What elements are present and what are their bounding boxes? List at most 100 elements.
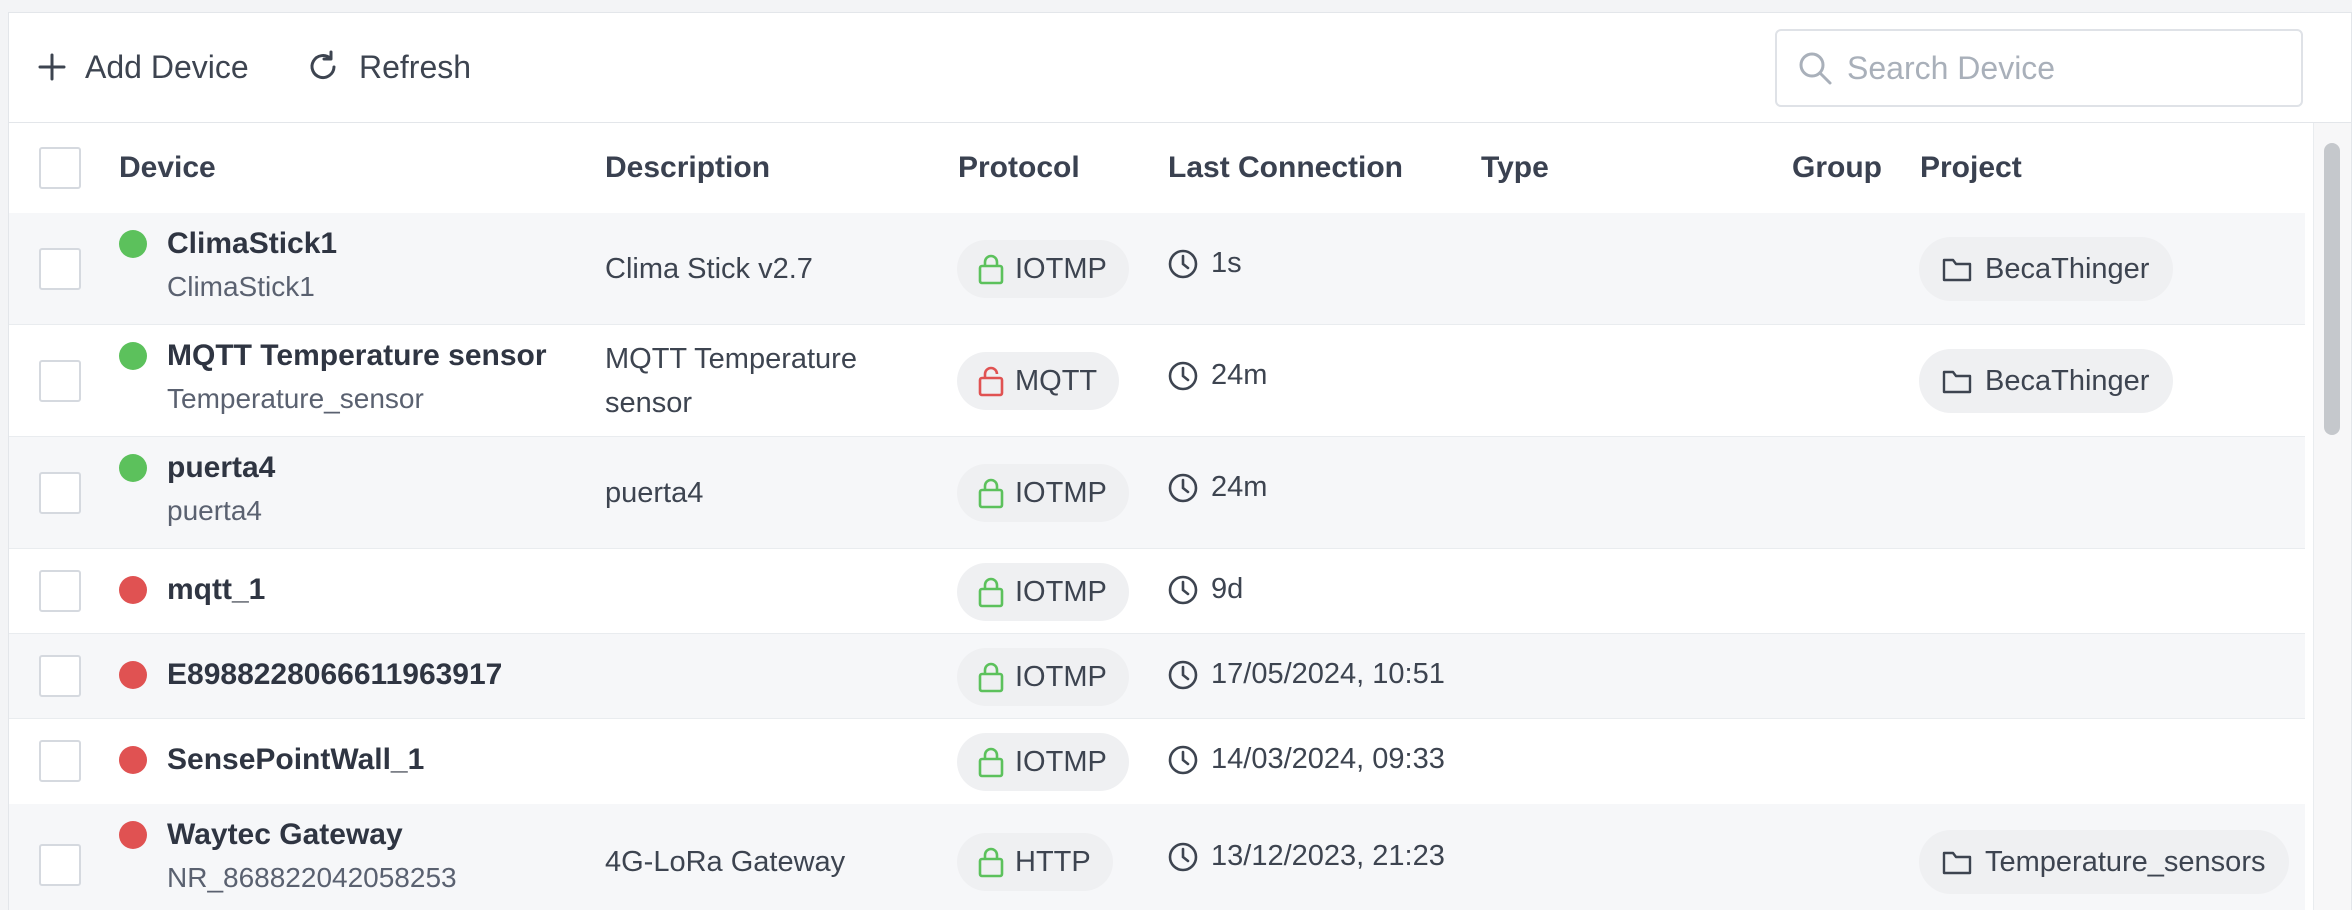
clock-icon (1168, 842, 1198, 871)
table-row[interactable]: MQTT Temperature sensor Temperature_sens… (9, 325, 2305, 437)
clock-icon (1168, 660, 1198, 689)
row-checkbox[interactable] (39, 844, 81, 886)
last-connection-value: 1s (1211, 247, 1242, 279)
device-description: Clima Stick v2.7 (605, 253, 813, 285)
device-description: 4G-LoRa Gateway (605, 846, 846, 878)
status-offline-indicator (119, 821, 147, 849)
protocol-label: IOTMP (1015, 660, 1107, 693)
clock-icon (1168, 575, 1198, 604)
column-header-protocol[interactable]: Protocol (958, 123, 1080, 213)
refresh-button[interactable]: Refresh (305, 43, 471, 91)
device-name[interactable]: mqtt_1 (167, 573, 265, 607)
table-row[interactable]: E8988228066611963917 IOTMP 17/05/2024, 1… (9, 634, 2305, 719)
device-name[interactable]: Waytec Gateway (167, 818, 403, 852)
protocol-badge: IOTMP (957, 464, 1129, 522)
protocol-label: IOTMP (1015, 476, 1107, 509)
table-row[interactable]: ClimaStick1 ClimaStick1 Clima Stick v2.7… (9, 213, 2305, 325)
protocol-badge: IOTMP (957, 648, 1129, 706)
column-header-last-connection[interactable]: Last Connection (1168, 123, 1403, 213)
refresh-label: Refresh (359, 48, 472, 85)
last-connection-value: 13/12/2023, 21:23 (1211, 840, 1445, 872)
protocol-label: HTTP (1015, 845, 1091, 878)
last-connection: 9d (1167, 573, 1243, 606)
table-row[interactable]: mqtt_1 IOTMP 9d (9, 549, 2305, 634)
row-checkbox[interactable] (39, 360, 81, 402)
device-id: ClimaStick1 (167, 271, 315, 302)
column-header-project[interactable]: Project (1920, 123, 2022, 213)
project-badge[interactable]: BecaThinger (1919, 237, 2174, 301)
device-description: MQTT Temperature sensor (605, 343, 857, 419)
lock-closed-icon (978, 254, 1004, 285)
clock-icon (1168, 249, 1198, 278)
protocol-badge: IOTMP (957, 733, 1129, 791)
column-header-description[interactable]: Description (605, 123, 770, 213)
status-offline-indicator (119, 746, 147, 774)
device-name[interactable]: puerta4 (167, 451, 275, 485)
project-badge[interactable]: BecaThinger (1919, 349, 2174, 413)
status-online-indicator (119, 454, 147, 482)
lock-closed-icon (978, 478, 1004, 509)
last-connection: 17/05/2024, 10:51 (1167, 658, 1445, 691)
lock-closed-icon (978, 662, 1004, 693)
table-header: Device Description Protocol Last Connect… (9, 123, 2305, 213)
column-header-type[interactable]: Type (1481, 123, 1549, 213)
last-connection-value: 9d (1211, 573, 1244, 605)
protocol-label: MQTT (1015, 364, 1098, 397)
row-checkbox[interactable] (39, 655, 81, 697)
protocol-badge: IOTMP (957, 563, 1129, 621)
search-box[interactable] (1775, 29, 2303, 107)
status-offline-indicator (119, 661, 147, 689)
protocol-label: IOTMP (1015, 745, 1107, 778)
lock-closed-icon (978, 847, 1004, 878)
protocol-badge: MQTT (957, 352, 1120, 410)
device-description: puerta4 (605, 477, 704, 509)
last-connection: 24m (1167, 359, 1267, 392)
device-name[interactable]: MQTT Temperature sensor (167, 339, 547, 373)
clock-icon (1168, 473, 1198, 502)
clock-icon (1168, 745, 1198, 774)
project-label: BecaThinger (1985, 252, 2150, 285)
row-checkbox[interactable] (39, 248, 81, 290)
protocol-label: IOTMP (1015, 252, 1107, 285)
add-device-label: Add Device (85, 48, 249, 85)
folder-icon (1942, 851, 1972, 875)
lock-open-icon (978, 366, 1004, 397)
last-connection: 24m (1167, 471, 1267, 504)
project-badge[interactable]: Temperature_sensors (1919, 830, 2290, 894)
folder-icon (1942, 258, 1972, 282)
device-name[interactable]: ClimaStick1 (167, 227, 337, 261)
last-connection-value: 17/05/2024, 10:51 (1211, 658, 1445, 690)
table-row[interactable]: SensePointWall_1 IOTMP 14/03/2024, 09:33 (9, 719, 2305, 815)
status-online-indicator (119, 342, 147, 370)
protocol-label: IOTMP (1015, 575, 1107, 608)
table-row[interactable]: Waytec Gateway NR_868822042058253 4G-LoR… (9, 804, 2305, 910)
device-id: Temperature_sensor (167, 383, 424, 414)
folder-icon (1942, 370, 1972, 394)
refresh-icon (310, 50, 336, 80)
row-checkbox[interactable] (39, 740, 81, 782)
table-scrollbar[interactable] (2313, 123, 2351, 910)
lock-closed-icon (978, 747, 1004, 778)
column-header-group[interactable]: Group (1792, 123, 1882, 213)
last-connection: 13/12/2023, 21:23 (1167, 840, 1445, 873)
last-connection: 1s (1167, 247, 1242, 280)
device-name[interactable]: E8988228066611963917 (167, 658, 502, 692)
row-checkbox[interactable] (39, 570, 81, 612)
device-id: NR_868822042058253 (167, 862, 457, 893)
row-checkbox[interactable] (39, 472, 81, 514)
last-connection-value: 24m (1211, 471, 1268, 503)
status-online-indicator (119, 230, 147, 258)
table-row[interactable]: puerta4 puerta4 puerta4 IOTMP 24m (9, 437, 2305, 549)
status-offline-indicator (119, 576, 147, 604)
search-icon (1799, 52, 1832, 85)
search-input[interactable] (1845, 48, 2289, 88)
last-connection-value: 24m (1211, 359, 1268, 391)
protocol-badge: IOTMP (957, 240, 1129, 298)
add-device-button[interactable]: Add Device (37, 43, 249, 91)
last-connection: 14/03/2024, 09:33 (1167, 743, 1445, 776)
column-header-device[interactable]: Device (119, 123, 216, 213)
device-name[interactable]: SensePointWall_1 (167, 743, 424, 777)
select-all-checkbox[interactable] (39, 147, 81, 189)
scrollbar-thumb[interactable] (2324, 143, 2340, 435)
clock-icon (1168, 361, 1198, 390)
